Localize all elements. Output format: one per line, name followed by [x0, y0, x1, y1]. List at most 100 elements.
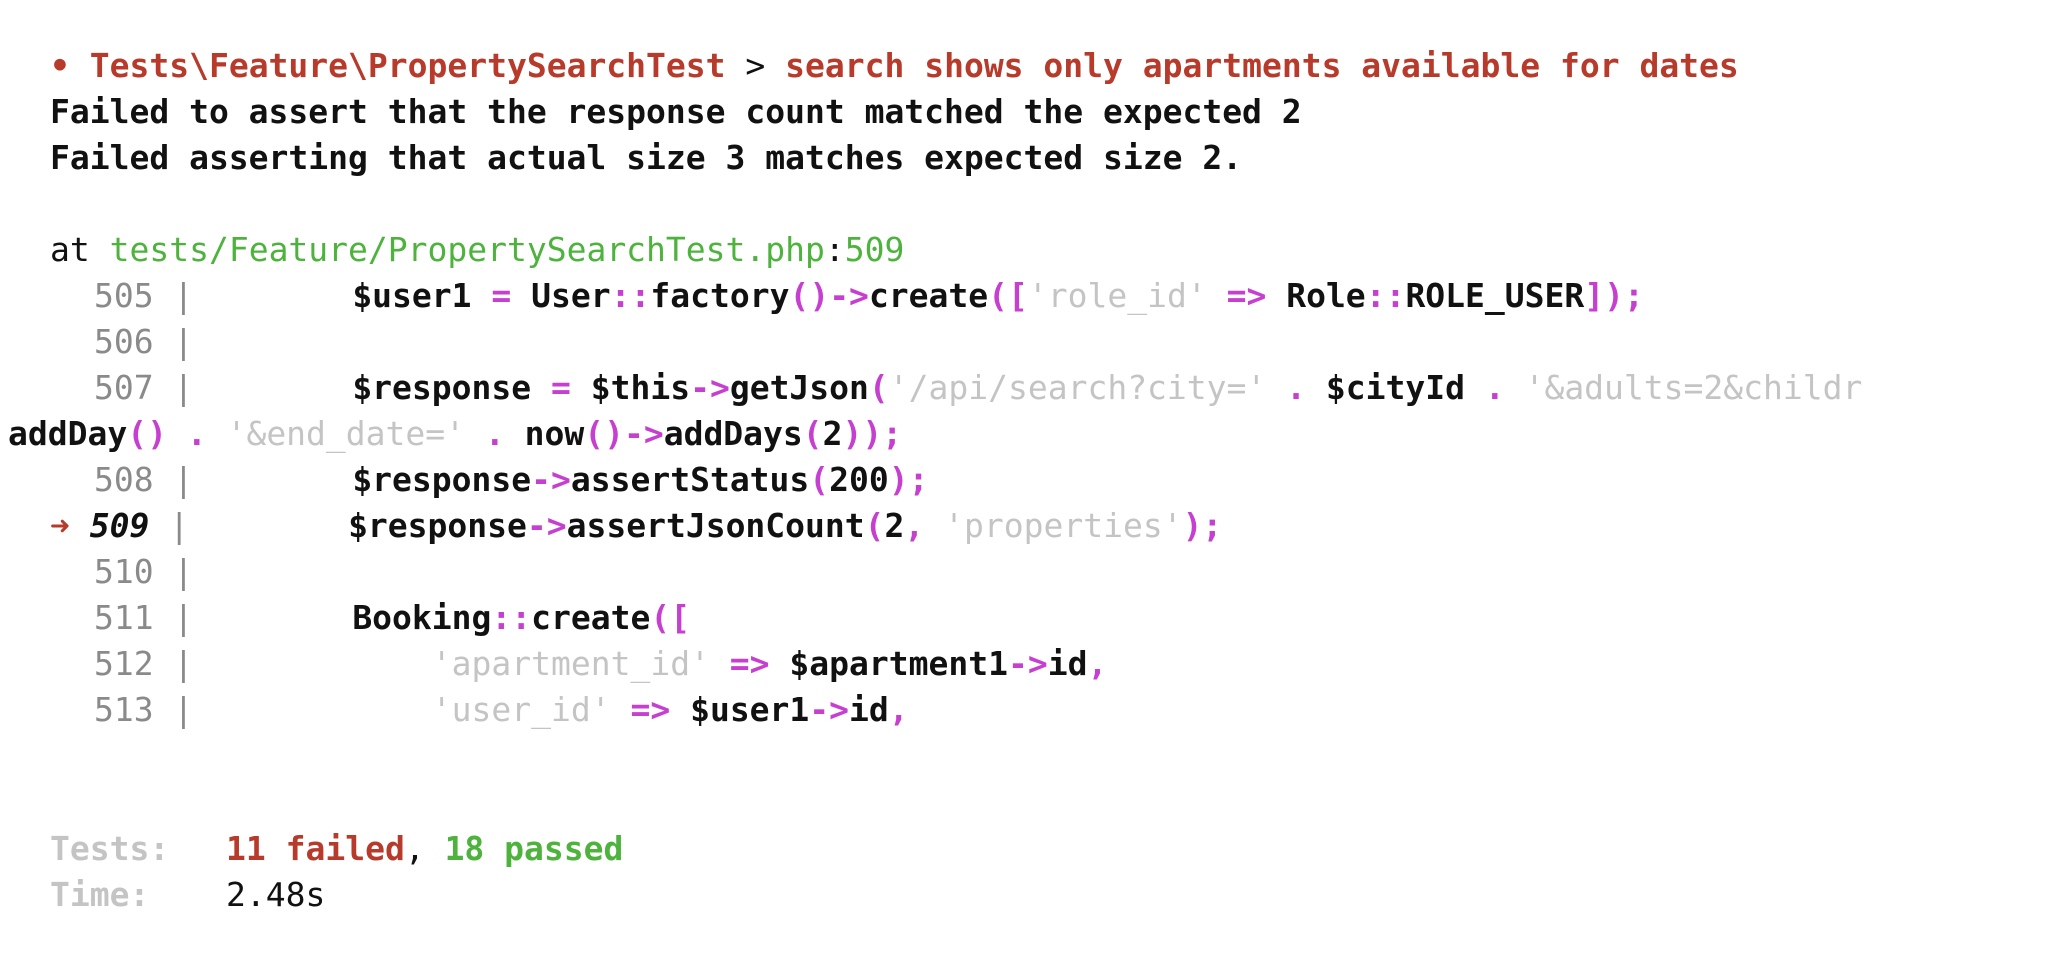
- code-token: $cityId: [1325, 368, 1465, 407]
- code-token: ]);: [1584, 276, 1644, 315]
- code-token: ));: [842, 414, 903, 453]
- gutter-pipe: |: [173, 552, 194, 591]
- code-line-509: ➜ 509 | $response->assertJsonCount(2, 'p…: [50, 503, 1222, 549]
- code-token: create: [531, 598, 651, 637]
- code-token: $this: [590, 368, 691, 407]
- code-token: ()->: [789, 276, 869, 315]
- code-line-507-wrap: addDay() . '&end_date=' . now()->addDays…: [8, 411, 902, 457]
- gutter-pipe: |: [173, 368, 194, 407]
- code-token: User: [531, 276, 611, 315]
- code-string: 'apartment_id': [431, 644, 710, 683]
- location-colon: :: [824, 230, 845, 269]
- code-token: id: [849, 690, 889, 729]
- code-token: (: [864, 506, 885, 545]
- line-number: 507: [94, 368, 154, 407]
- line-number: 512: [94, 644, 154, 683]
- code-token: =>: [610, 690, 691, 729]
- code-token: $apartment1: [789, 644, 1008, 683]
- code-token: Booking: [352, 598, 492, 637]
- failure-separator: >: [745, 46, 766, 85]
- code-token: id: [1047, 644, 1088, 683]
- gutter-pipe: |: [173, 690, 194, 729]
- gutter-pipe: |: [173, 276, 194, 315]
- summary-time: Time: 2.48s: [50, 872, 325, 918]
- code-token: 200: [829, 460, 889, 499]
- location-line: 509: [844, 230, 905, 269]
- code-line-512: 512 | 'apartment_id' => $apartment1->id,: [94, 641, 1107, 687]
- tests-label: Tests:: [50, 829, 170, 868]
- code-token: create: [868, 276, 989, 315]
- code-token: factory: [650, 276, 790, 315]
- code-token: ([: [650, 598, 691, 637]
- code-line-506: 506 |: [94, 319, 193, 365]
- code-token: ,: [904, 506, 945, 545]
- time-value: 2.48s: [226, 875, 326, 914]
- code-token: (): [127, 414, 167, 453]
- location-prefix: at: [50, 230, 90, 269]
- time-label: Time:: [50, 875, 150, 914]
- line-number: 511: [94, 598, 154, 637]
- code-line-511: 511 | Booking::create([: [94, 595, 690, 641]
- passed-count: 18 passed: [444, 829, 624, 868]
- code-token: (: [868, 368, 889, 407]
- failure-test-class: Tests\Feature\PropertySearchTest: [89, 46, 726, 85]
- summary-comma: ,: [404, 829, 425, 868]
- code-string: '&end_date=': [226, 414, 465, 453]
- code-line-510: 510 |: [94, 549, 193, 595]
- line-number: 505: [94, 276, 154, 315]
- code-string: 'user_id': [431, 690, 611, 729]
- code-token: );: [1182, 506, 1223, 545]
- code-line-508: 508 | $response->assertStatus(200);: [94, 457, 929, 503]
- code-token: );: [888, 460, 929, 499]
- code-token: addDays: [663, 414, 803, 453]
- code-token: Role: [1286, 276, 1366, 315]
- code-token: ,: [888, 690, 909, 729]
- gutter-pipe: |: [173, 322, 194, 361]
- code-token: (: [802, 414, 823, 453]
- failure-location: at tests/Feature/PropertySearchTest.php:…: [50, 227, 904, 273]
- code-token: .: [1266, 368, 1326, 407]
- code-token: getJson: [729, 368, 869, 407]
- code-string: 'role_id': [1027, 276, 1207, 315]
- code-line-507: 507 | $response = $this->getJson('/api/s…: [94, 365, 1862, 411]
- failure-message-2: Failed asserting that actual size 3 matc…: [50, 138, 1243, 177]
- gutter-pipe: |: [169, 506, 190, 545]
- code-token: =>: [1206, 276, 1287, 315]
- failure-message-1: Failed to assert that the response count…: [50, 92, 1302, 131]
- code-token: $response: [348, 506, 527, 545]
- failure-bullet: •: [50, 46, 70, 85]
- code-token: $response: [352, 460, 532, 499]
- code-token: now: [524, 414, 585, 453]
- gutter-pipe: |: [173, 644, 194, 683]
- line-number: 508: [94, 460, 154, 499]
- code-token: $user1: [690, 690, 810, 729]
- code-string: '&adults=2&childr: [1524, 368, 1863, 407]
- line-number-current: 509: [89, 506, 150, 545]
- code-token: ,: [1087, 644, 1108, 683]
- code-token: ROLE_USER: [1405, 276, 1585, 315]
- code-token: (: [809, 460, 830, 499]
- location-file[interactable]: tests/Feature/PropertySearchTest.php: [110, 230, 825, 269]
- code-token: ->: [690, 368, 730, 407]
- current-line-arrow-icon: ➜: [50, 506, 70, 545]
- code-token: addDay: [8, 414, 128, 453]
- code-token: =: [471, 276, 532, 315]
- code-line-513: 513 | 'user_id' => $user1->id,: [94, 687, 909, 733]
- line-number: 506: [94, 322, 154, 361]
- code-token: ->: [526, 506, 567, 545]
- code-token: =: [531, 368, 591, 407]
- gutter-pipe: |: [173, 598, 194, 637]
- line-number: 510: [94, 552, 154, 591]
- code-token: ->: [1007, 644, 1048, 683]
- code-token: 2: [884, 506, 905, 545]
- code-token: assertStatus: [570, 460, 810, 499]
- code-token: .: [465, 414, 525, 453]
- code-token: ::: [1365, 276, 1406, 315]
- code-token: .: [1464, 368, 1525, 407]
- code-token: ->: [809, 690, 850, 729]
- code-token: assertJsonCount: [566, 506, 865, 545]
- code-string: '/api/search?city=': [888, 368, 1267, 407]
- line-number: 513: [94, 690, 154, 729]
- code-string: 'properties': [944, 506, 1183, 545]
- code-token: $response: [352, 368, 532, 407]
